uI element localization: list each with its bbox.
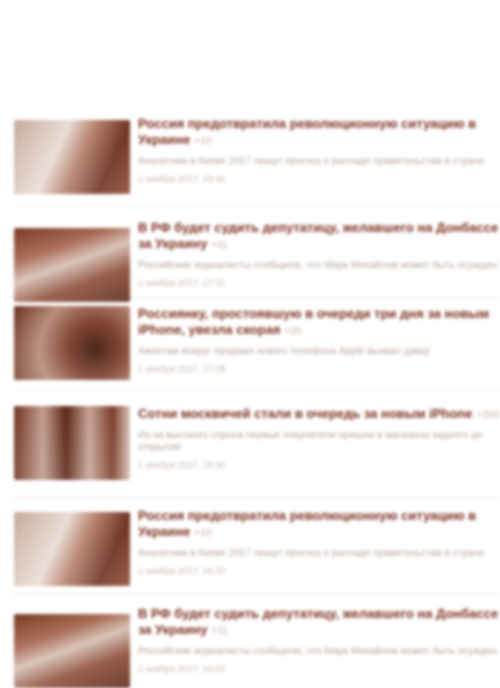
news-comment-count: +11 (211, 626, 228, 637)
news-date: 1 ноября 2017, 16:03 (138, 664, 226, 674)
news-thumbnail-image[interactable] (14, 512, 130, 586)
news-text: Россиянку, простоявшую в очереди три дня… (138, 306, 500, 375)
news-comment-count: +200 (476, 410, 499, 421)
news-title[interactable]: В РФ будет судить депутатицу, желавшего … (138, 220, 500, 254)
news-date: 1 ноября 2017, 18:42 (138, 174, 226, 184)
news-date: 1 ноября 2017, 16:30 (138, 460, 226, 470)
news-title-text[interactable]: Сотни москвичей стали в очередь за новым… (138, 406, 472, 421)
news-title-text[interactable]: В РФ будет судить депутатицу, желавшего … (138, 220, 498, 251)
news-item[interactable]: Россия предотвратила революционную ситуа… (14, 508, 500, 595)
news-comment-count: +10 (194, 136, 212, 147)
news-comment-count: +20 (284, 326, 302, 337)
news-item[interactable]: В РФ будет судить депутатицу, желавшего … (14, 220, 500, 302)
news-thumbnail-image[interactable] (14, 406, 130, 480)
news-thumbnail-image[interactable] (14, 120, 130, 194)
news-description: Аналитики в Киеве 2017 пишут прогноз о р… (138, 548, 485, 559)
news-title[interactable]: Россия предотвратила революционную ситуа… (138, 116, 500, 150)
news-title[interactable]: Россиянку, простоявшую в очереди три дня… (138, 306, 500, 340)
news-thumbnail-image[interactable] (14, 306, 130, 380)
news-title[interactable]: Россия предотвратила революционную ситуа… (138, 508, 500, 542)
news-text: В РФ будет судить депутатицу, желавшего … (138, 220, 500, 289)
news-description: Из-за высокого спроса первые покупатели … (138, 430, 483, 453)
news-description: Российские журналисты сообщили, что Марк… (138, 646, 497, 657)
news-title-text[interactable]: В РФ будет судить депутатицу, желавшего … (138, 606, 498, 637)
news-text: Россия предотвратила революционную ситуа… (138, 508, 500, 577)
news-item[interactable]: Россия предотвратила революционную ситуа… (14, 116, 500, 207)
news-item[interactable]: В РФ будет судить депутатицу, желавшего … (14, 606, 500, 688)
news-title[interactable]: В РФ будет судить депутатицу, желавшего … (138, 606, 500, 640)
news-description: Российские журналисты сообщили, что Марк… (138, 260, 497, 271)
news-date: 1 ноября 2017, 17:28 (138, 364, 226, 374)
news-comment-count: +11 (211, 240, 228, 251)
news-text: Сотни москвичей стали в очередь за новым… (138, 406, 500, 471)
news-title-text[interactable]: Россиянку, простоявшую в очереди три дня… (138, 306, 489, 337)
news-description: Ажиотаж вокруг продажи нового телефона A… (138, 346, 430, 357)
news-date: 1 ноября 2017, 16:20 (138, 566, 226, 576)
news-item[interactable]: Сотни москвичей стали в очередь за новым… (14, 406, 500, 499)
news-title[interactable]: Сотни москвичей стали в очередь за новым… (138, 406, 500, 424)
news-title-text[interactable]: Россия предотвратила революционную ситуа… (138, 116, 476, 147)
news-thumbnail-image[interactable] (14, 614, 130, 688)
news-comment-count: +10 (194, 528, 212, 539)
news-thumbnail-image[interactable] (14, 228, 130, 302)
news-date: 1 ноября 2017, 17:31 (138, 278, 226, 288)
news-item[interactable]: Россиянку, простоявшую в очереди три дня… (14, 306, 500, 391)
news-title-text[interactable]: Россия предотвратила революционную ситуа… (138, 508, 476, 539)
news-description: Аналитики в Киеве 2017 пишут прогноз о р… (138, 156, 485, 167)
news-text: Россия предотвратила революционную ситуа… (138, 116, 500, 185)
news-text: В РФ будет судить депутатицу, желавшего … (138, 606, 500, 675)
